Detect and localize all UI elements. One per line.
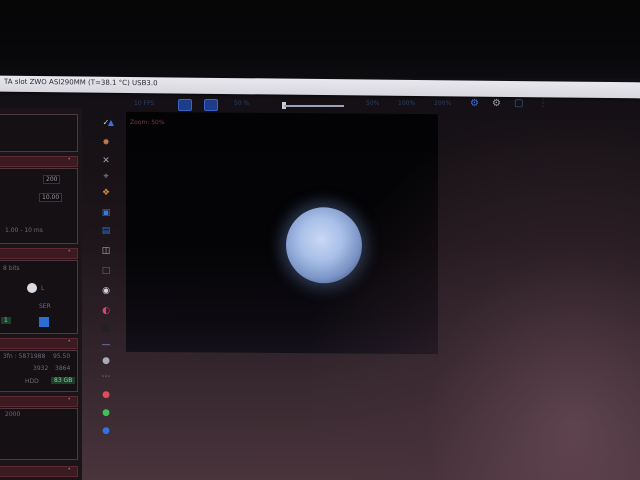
window-icon[interactable]: ▢: [514, 99, 523, 109]
hdd-label: HDD: [25, 378, 39, 385]
stats-panel: 3fn : 5871988 95.50 3932 3864 HDD 83 GB: [0, 350, 78, 392]
zoom-slider[interactable]: [284, 105, 344, 107]
histogram-panel: 2000: [0, 408, 78, 460]
gain-value[interactable]: 200: [43, 175, 61, 184]
file-format-ser[interactable]: SER: [39, 303, 51, 310]
panel-header-stats[interactable]: •: [0, 338, 78, 349]
file-icon[interactable]: ▤: [99, 226, 113, 236]
red-ball-icon[interactable]: ●: [99, 390, 113, 400]
bit-depth: 8 bits: [3, 265, 20, 272]
exposure-panel: 200 10.00 1.00 - 10 ms: [0, 168, 78, 244]
display-mode-button[interactable]: [178, 99, 192, 111]
gear-icon[interactable]: ✸: [99, 138, 113, 148]
capture-color-icon[interactable]: [39, 317, 49, 327]
hdd-free: 83 GB: [51, 377, 76, 384]
focus-icon[interactable]: ⌖: [99, 172, 113, 182]
overlay-button[interactable]: [204, 99, 218, 111]
circle-gray-icon[interactable]: ●: [99, 356, 113, 366]
capture-toolbar: 10 FPS 50 % 50% 100% 200% ⚙ ⚙ ▢ ⋮: [88, 97, 558, 113]
zoom-100-button[interactable]: 100%: [398, 100, 415, 107]
folder-icon[interactable]: ▣: [99, 208, 113, 218]
record-icon[interactable]: ◉: [99, 286, 113, 296]
camera-preview[interactable]: Zoom: 50%: [126, 111, 438, 355]
fps-readout: 10 FPS: [134, 100, 155, 107]
more-icon[interactable]: ⋮: [538, 99, 548, 109]
panel-top-box: [0, 114, 78, 152]
green-ball-icon[interactable]: ●: [99, 408, 113, 418]
line-icon[interactable]: —: [99, 340, 113, 350]
tool-strip: ✓ ▲ ✸ ✕ ⌖ ❖ ▣ ▤ ◫ □ ◉ ◐ ■ — ● ⋯ ● ● ●: [96, 116, 118, 466]
stat-c: 3864: [55, 365, 71, 372]
zoom-200-button[interactable]: 200%: [434, 100, 451, 107]
frame-count: 3fn : 5871988: [3, 353, 46, 360]
color-dot-icon[interactable]: [27, 283, 37, 293]
run-icon[interactable]: ⚙: [470, 99, 479, 109]
database-icon[interactable]: ◫: [99, 246, 113, 256]
bin-button[interactable]: 1: [1, 317, 11, 324]
frame-icon[interactable]: □: [99, 266, 113, 276]
panel-header-bottom[interactable]: •: [0, 466, 78, 477]
cross-icon[interactable]: ✕: [99, 156, 113, 166]
left-control-panel: • 200 10.00 1.00 - 10 ms • 8 bits L SER …: [0, 108, 82, 480]
zoom-out-readout: 50 %: [234, 100, 250, 107]
settings-icon[interactable]: ⚙: [492, 99, 501, 109]
exposure-value[interactable]: 10.00: [39, 193, 63, 202]
monitor-bezel: [0, 0, 640, 80]
panel-header-exposure[interactable]: •: [0, 156, 78, 167]
dots-icon[interactable]: ⋯: [99, 372, 113, 382]
panel-header-histogram[interactable]: •: [0, 396, 78, 407]
stat-b: 3932: [33, 365, 49, 372]
blue-ball-icon[interactable]: ●: [99, 426, 113, 436]
zoom-50-button[interactable]: 50%: [366, 100, 379, 107]
window-title: TA slot ZWO ASI290MM (T=38.1 °C) USB3.0: [4, 77, 158, 88]
channel-l: L: [41, 285, 45, 292]
triangle-icon[interactable]: ▲: [104, 118, 118, 128]
exposure-range: 1.00 - 10 ms: [5, 227, 43, 234]
palette-icon[interactable]: ◐: [99, 306, 113, 316]
histogram-label: 2000: [5, 411, 21, 418]
square-icon[interactable]: ■: [99, 324, 113, 334]
star-icon[interactable]: ❖: [99, 188, 113, 198]
format-panel: 8 bits L SER 1: [0, 260, 78, 334]
planet-disc: [286, 207, 362, 284]
zoom-label: Zoom: 50%: [130, 118, 165, 127]
panel-header-format[interactable]: •: [0, 248, 78, 259]
stat-a: 95.50: [53, 353, 71, 360]
